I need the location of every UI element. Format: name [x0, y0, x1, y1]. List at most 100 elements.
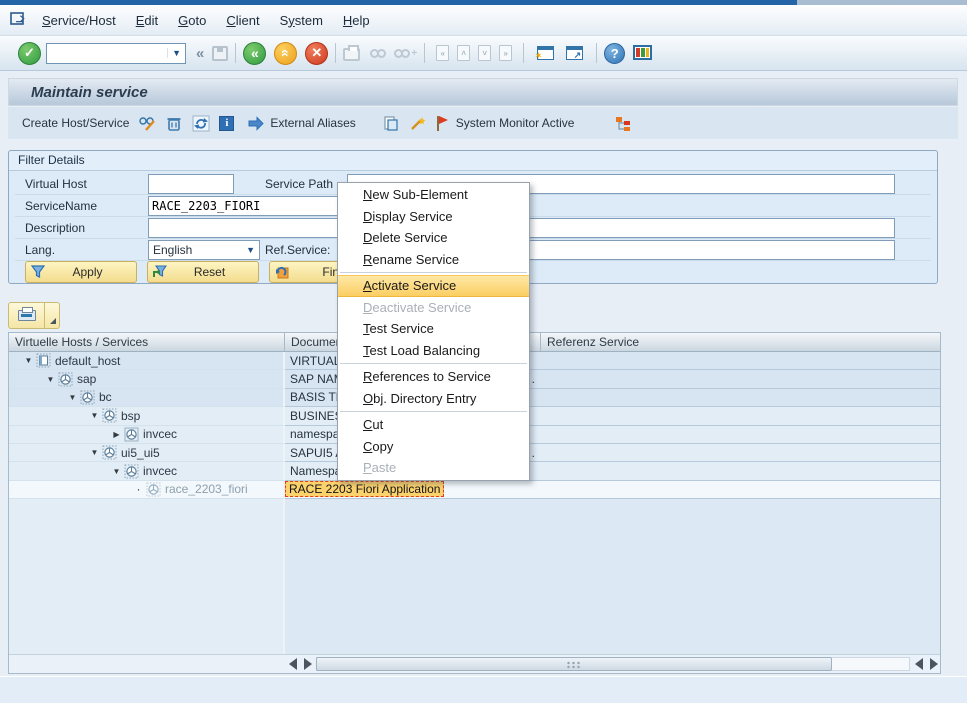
expand-arrow-icon[interactable]: ▶ [109, 430, 124, 439]
language-label: Lang. [25, 243, 55, 257]
refresh-icon[interactable] [192, 115, 210, 132]
menu-item-delete-service[interactable]: Delete Service [338, 227, 529, 249]
virtual-host-input[interactable] [148, 174, 234, 194]
scroll-left-icon[interactable] [915, 658, 923, 670]
tree-node-label[interactable]: bsp [121, 409, 140, 423]
menu-item-copy[interactable]: Copy [338, 436, 529, 458]
service-inactive-icon [146, 482, 161, 497]
save-icon[interactable] [212, 46, 228, 61]
horizontal-scrollbar-row [9, 654, 940, 673]
find-icon[interactable] [370, 49, 386, 58]
chevron-down-icon[interactable]: ▼ [242, 245, 259, 255]
menu-service-host[interactable]: Service/Host [42, 10, 126, 31]
menu-system[interactable]: System [270, 10, 333, 31]
help-icon[interactable]: ? [604, 43, 625, 64]
leaf-bullet-icon: · [131, 482, 146, 496]
expand-arrow-icon[interactable]: ▼ [87, 411, 102, 420]
menu-item-display-service[interactable]: Display Service [338, 206, 529, 228]
scrollbar-grip [566, 661, 582, 669]
display-change-icon[interactable] [138, 115, 156, 132]
virtual-host-label: Virtual Host [25, 177, 87, 191]
scroll-right-icon[interactable] [304, 658, 312, 670]
scroll-right-icon[interactable] [930, 658, 938, 670]
back-button[interactable]: « [243, 42, 266, 65]
service-icon [102, 408, 117, 423]
menu-item-test-service[interactable]: Test Service [338, 318, 529, 340]
language-combobox[interactable]: English ▼ [148, 240, 260, 260]
command-dropdown-icon[interactable]: ▼ [167, 48, 185, 58]
menu-separator [340, 411, 527, 412]
menu-help[interactable]: Help [333, 10, 380, 31]
service-path-label: Service Path [265, 177, 333, 191]
expand-arrow-icon[interactable]: ▼ [109, 467, 124, 476]
reset-button[interactable]: Reset [147, 261, 259, 283]
first-page-icon[interactable]: « [436, 45, 449, 61]
cancel-button[interactable]: ✕ [305, 42, 328, 65]
language-value: English [153, 243, 192, 257]
tree-node-label[interactable]: sap [77, 372, 96, 386]
collapse-icon[interactable]: « [196, 45, 204, 62]
scrollbar-thumb[interactable] [316, 657, 832, 671]
sap-gui-window: { "window": { "title": "Maintain service… [0, 0, 967, 703]
tree-node-label[interactable]: invcec [143, 464, 177, 478]
menu-goto[interactable]: Goto [168, 10, 216, 31]
tree-node-label[interactable]: race_2203_fiori [165, 482, 248, 496]
exit-button[interactable]: « [274, 42, 297, 65]
command-field[interactable]: ▼ [46, 43, 186, 64]
menu-item-rename-service[interactable]: Rename Service [338, 249, 529, 271]
apply-button[interactable]: Apply [25, 261, 137, 283]
selected-doc-cell[interactable]: RACE 2203 Fiori Application [285, 481, 444, 497]
toolbar-separator [424, 43, 425, 63]
tree-node-label[interactable]: ui5_ui5 [121, 446, 160, 460]
filter-apply-icon [31, 265, 45, 279]
tree-node-label[interactable]: bc [99, 390, 112, 404]
new-session-icon[interactable]: ✶ [537, 46, 554, 60]
column-header-referenz-service[interactable]: Referenz Service [541, 333, 940, 351]
menu-item-test-load-balancing[interactable]: Test Load Balancing [338, 340, 529, 362]
external-aliases-button[interactable]: External Aliases [270, 116, 355, 130]
next-page-icon[interactable]: ˅ [478, 45, 491, 61]
menu-item-obj-directory-entry[interactable]: Obj. Directory Entry [338, 388, 529, 410]
context-menu: New Sub-Element Display Service Delete S… [337, 182, 530, 481]
doc-cell-text: VIRTUAL [290, 354, 340, 368]
command-input[interactable] [47, 45, 167, 62]
last-page-icon[interactable]: » [499, 45, 512, 61]
toolbar-separator [235, 43, 236, 63]
expand-arrow-icon[interactable]: ▼ [21, 356, 36, 365]
expand-arrow-icon[interactable]: ▼ [43, 375, 58, 384]
page-title: Maintain service [31, 84, 148, 101]
create-host-service-button[interactable]: Create Host/Service [22, 116, 129, 130]
print-dropdown-button[interactable] [45, 302, 60, 329]
tree-node-label[interactable]: default_host [55, 354, 120, 368]
menu-item-new-sub-element[interactable]: New Sub-Element [338, 184, 529, 206]
gui-layout-icon[interactable] [633, 45, 652, 60]
wizard-wand-icon[interactable] [409, 115, 427, 132]
menu-item-activate-service[interactable]: Activate Service [338, 275, 529, 297]
menu-item-cut[interactable]: Cut [338, 414, 529, 436]
hierarchy-icon[interactable] [614, 115, 632, 132]
previous-page-icon[interactable]: ˄ [457, 45, 470, 61]
service-icon [102, 445, 117, 460]
menu-item-references-to-service[interactable]: References to Service [338, 366, 529, 388]
scroll-left-icon[interactable] [289, 658, 297, 670]
info-icon[interactable]: i [219, 116, 234, 131]
enter-button[interactable]: ✓ [18, 42, 41, 65]
print-button[interactable] [8, 302, 45, 329]
print-split-button [8, 302, 60, 329]
menu-client[interactable]: Client [216, 10, 269, 31]
delete-icon[interactable] [165, 115, 183, 132]
column-header-hosts-services[interactable]: Virtuelle Hosts / Services [9, 333, 285, 351]
expand-arrow-icon[interactable]: ▼ [65, 393, 80, 402]
tree-node-label[interactable]: invcec [143, 427, 177, 441]
find-next-icon[interactable]: + [394, 48, 417, 59]
table-row-race-2203-fiori[interactable]: · race_2203_fiori RACE 2203 Fiori Applic… [9, 481, 940, 499]
external-aliases-arrow-icon[interactable] [247, 115, 265, 132]
expand-arrow-icon[interactable]: ▼ [87, 448, 102, 457]
print-icon-disabled[interactable] [343, 48, 360, 61]
menu-edit[interactable]: Edit [126, 10, 168, 31]
system-menu-icon[interactable] [10, 12, 27, 28]
doc-cell-text: namespa [290, 427, 339, 441]
standard-toolbar: ✓ ▼ « « « ✕ + « ˄ ˅ » ✶ ↗ ? [0, 36, 967, 71]
create-shortcut-icon[interactable]: ↗ [566, 46, 583, 60]
copy-page-icon[interactable] [382, 115, 400, 132]
